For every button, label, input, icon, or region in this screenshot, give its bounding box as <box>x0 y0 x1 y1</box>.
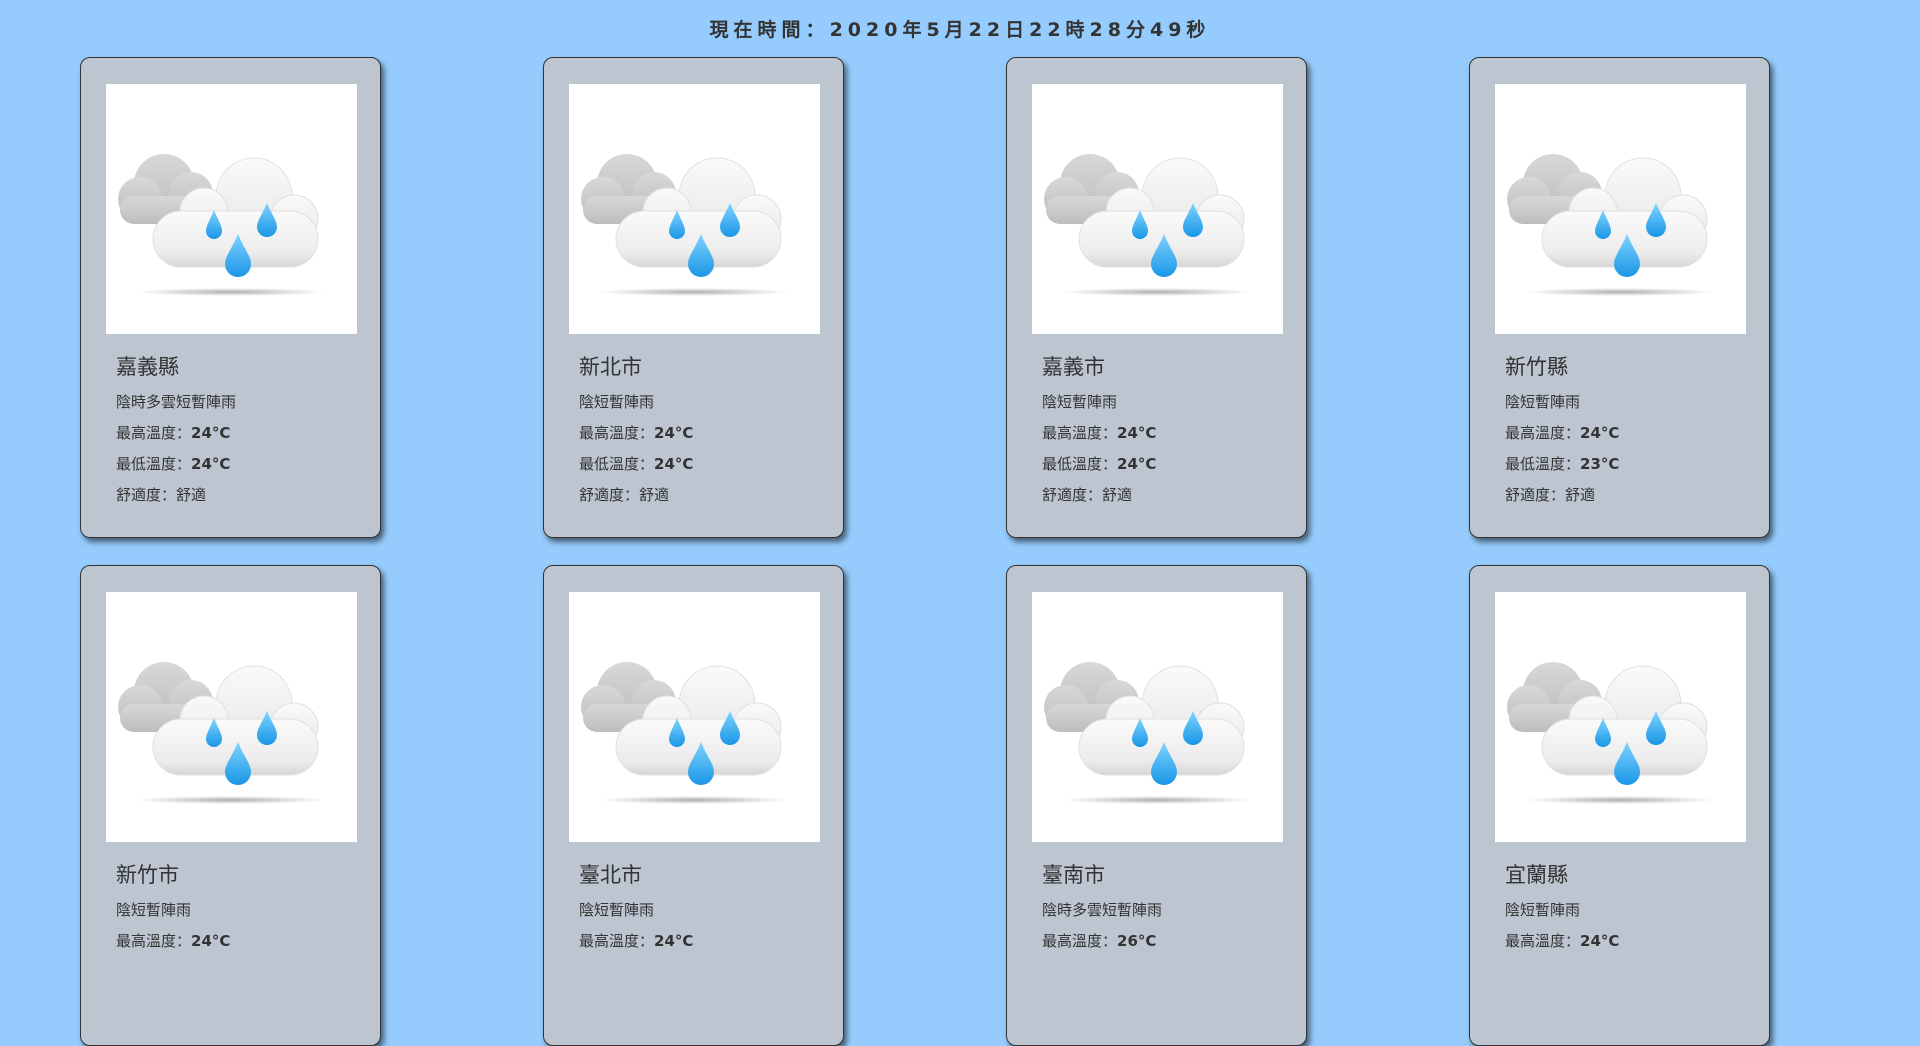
comfort-value: 舒適 <box>639 486 670 504</box>
max-temp-label: 最高溫度： <box>116 424 192 442</box>
cloud-rain-icon <box>1506 661 1716 805</box>
current-time-label: 現在時間： <box>709 19 830 41</box>
weather-description: 陰短暫陣雨 <box>1042 393 1118 411</box>
weather-image <box>1495 592 1746 842</box>
min-temp-value: 24°C <box>654 455 694 473</box>
min-temp-label: 最低溫度： <box>116 455 192 473</box>
weather-card: 宜蘭縣 陰短暫陣雨 最高溫度：24°C <box>1469 565 1770 1046</box>
max-temp-label: 最高溫度： <box>579 424 655 442</box>
cloud-rain-icon <box>1043 661 1253 805</box>
current-time-value: 2020年5月22日22時28分49秒 <box>829 19 1211 41</box>
max-temp-label: 最高溫度： <box>1505 932 1581 950</box>
comfort-row: 舒適度：舒適 <box>1505 484 1595 505</box>
max-temp-value: 26°C <box>1117 932 1157 950</box>
weather-image <box>569 84 820 334</box>
weather-card: 新北市 陰短暫陣雨 最高溫度：24°C 最低溫度：24°C 舒適度：舒適 <box>543 57 844 538</box>
city-name: 宜蘭縣 <box>1505 863 1568 887</box>
weather-card: 嘉義市 陰短暫陣雨 最高溫度：24°C 最低溫度：24°C 舒適度：舒適 <box>1006 57 1307 538</box>
min-temp-row: 最低溫度：24°C <box>579 453 693 474</box>
weather-image <box>106 84 357 334</box>
max-temp-label: 最高溫度： <box>116 932 192 950</box>
max-temp-label: 最高溫度： <box>1505 424 1581 442</box>
weather-card: 新竹縣 陰短暫陣雨 最高溫度：24°C 最低溫度：23°C 舒適度：舒適 <box>1469 57 1770 538</box>
cloud-rain-icon <box>117 661 327 805</box>
weather-description: 陰時多雲短暫陣雨 <box>1042 901 1163 919</box>
weather-image <box>569 592 820 842</box>
comfort-label: 舒適度： <box>1042 486 1103 504</box>
weather-description: 陰短暫陣雨 <box>116 901 192 919</box>
city-name: 新竹縣 <box>1505 355 1568 379</box>
weather-image <box>1495 84 1746 334</box>
comfort-value: 舒適 <box>1102 486 1133 504</box>
max-temp-row: 最高溫度：24°C <box>116 930 230 951</box>
max-temp-label: 最高溫度： <box>1042 424 1118 442</box>
max-temp-row: 最高溫度：24°C <box>579 422 693 443</box>
max-temp-label: 最高溫度： <box>579 932 655 950</box>
min-temp-value: 24°C <box>191 455 231 473</box>
min-temp-label: 最低溫度： <box>1042 455 1118 473</box>
max-temp-row: 最高溫度：24°C <box>116 422 230 443</box>
comfort-row: 舒適度：舒適 <box>116 484 206 505</box>
weather-description: 陰短暫陣雨 <box>579 901 655 919</box>
max-temp-row: 最高溫度：24°C <box>1042 422 1156 443</box>
min-temp-row: 最低溫度：24°C <box>116 453 230 474</box>
city-name: 臺南市 <box>1042 863 1105 887</box>
comfort-label: 舒適度： <box>579 486 640 504</box>
max-temp-row: 最高溫度：24°C <box>1505 422 1619 443</box>
max-temp-value: 24°C <box>654 424 694 442</box>
max-temp-value: 24°C <box>1580 424 1620 442</box>
cloud-rain-icon <box>1043 153 1253 297</box>
comfort-value: 舒適 <box>1565 486 1596 504</box>
max-temp-label: 最高溫度： <box>1042 932 1118 950</box>
max-temp-value: 24°C <box>1580 932 1620 950</box>
min-temp-value: 24°C <box>1117 455 1157 473</box>
cloud-rain-icon <box>580 153 790 297</box>
weather-card: 臺北市 陰短暫陣雨 最高溫度：24°C <box>543 565 844 1046</box>
weather-description: 陰短暫陣雨 <box>1505 393 1581 411</box>
weather-image <box>1032 592 1283 842</box>
min-temp-label: 最低溫度： <box>579 455 655 473</box>
weather-description: 陰短暫陣雨 <box>579 393 655 411</box>
comfort-row: 舒適度：舒適 <box>1042 484 1132 505</box>
weather-image <box>1032 84 1283 334</box>
comfort-value: 舒適 <box>176 486 207 504</box>
weather-card: 臺南市 陰時多雲短暫陣雨 最高溫度：26°C <box>1006 565 1307 1046</box>
min-temp-row: 最低溫度：24°C <box>1042 453 1156 474</box>
max-temp-row: 最高溫度：26°C <box>1042 930 1156 951</box>
weather-card: 嘉義縣 陰時多雲短暫陣雨 最高溫度：24°C 最低溫度：24°C 舒適度：舒適 <box>80 57 381 538</box>
max-temp-row: 最高溫度：24°C <box>1505 930 1619 951</box>
weather-description: 陰時多雲短暫陣雨 <box>116 393 237 411</box>
cloud-rain-icon <box>580 661 790 805</box>
max-temp-value: 24°C <box>191 424 231 442</box>
city-name: 臺北市 <box>579 863 642 887</box>
cloud-rain-icon <box>1506 153 1716 297</box>
max-temp-value: 24°C <box>191 932 231 950</box>
comfort-label: 舒適度： <box>116 486 177 504</box>
city-name: 嘉義縣 <box>116 355 179 379</box>
max-temp-value: 24°C <box>1117 424 1157 442</box>
max-temp-value: 24°C <box>654 932 694 950</box>
min-temp-row: 最低溫度：23°C <box>1505 453 1619 474</box>
comfort-label: 舒適度： <box>1505 486 1566 504</box>
weather-image <box>106 592 357 842</box>
weather-card: 新竹市 陰短暫陣雨 最高溫度：24°C <box>80 565 381 1046</box>
max-temp-row: 最高溫度：24°C <box>579 930 693 951</box>
city-name: 新北市 <box>579 355 642 379</box>
cloud-rain-icon <box>117 153 327 297</box>
min-temp-label: 最低溫度： <box>1505 455 1581 473</box>
current-time: 現在時間：2020年5月22日22時28分49秒 <box>0 15 1920 42</box>
comfort-row: 舒適度：舒適 <box>579 484 669 505</box>
min-temp-value: 23°C <box>1580 455 1620 473</box>
weather-description: 陰短暫陣雨 <box>1505 901 1581 919</box>
city-name: 嘉義市 <box>1042 355 1105 379</box>
city-name: 新竹市 <box>116 863 179 887</box>
